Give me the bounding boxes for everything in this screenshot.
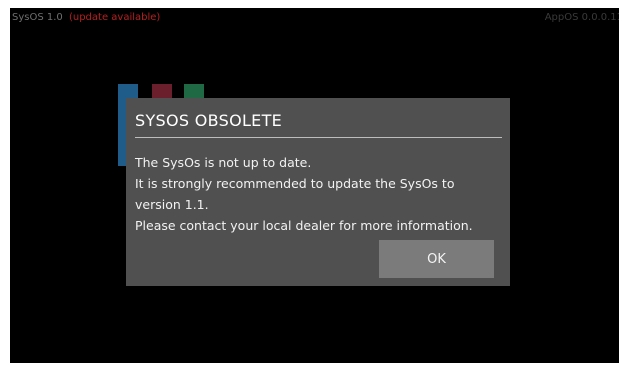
sysos-version: SysOS 1.0 xyxy=(12,12,63,23)
appos-version: AppOS 0.0.0.11 xyxy=(544,12,619,23)
ok-button[interactable]: OK xyxy=(379,240,494,278)
device-screen: SysOS 1.0 (update available) AppOS 0.0.0… xyxy=(10,8,619,363)
message-line: Please contact your local dealer for mor… xyxy=(135,218,473,233)
sysos-obsolete-dialog: SYSOS OBSOLETE The SysOs is not up to da… xyxy=(126,98,510,286)
title-divider xyxy=(135,137,502,138)
dialog-title: SYSOS OBSOLETE xyxy=(135,111,283,130)
update-available-notice: (update available) xyxy=(68,12,161,23)
status-bar-left: SysOS 1.0 (update available) xyxy=(12,12,160,23)
message-line: The SysOs is not up to date. xyxy=(135,155,312,170)
message-line: version 1.1. xyxy=(135,197,209,212)
dialog-message: The SysOs is not up to date. It is stron… xyxy=(135,152,473,236)
message-line: It is strongly recommended to update the… xyxy=(135,176,455,191)
